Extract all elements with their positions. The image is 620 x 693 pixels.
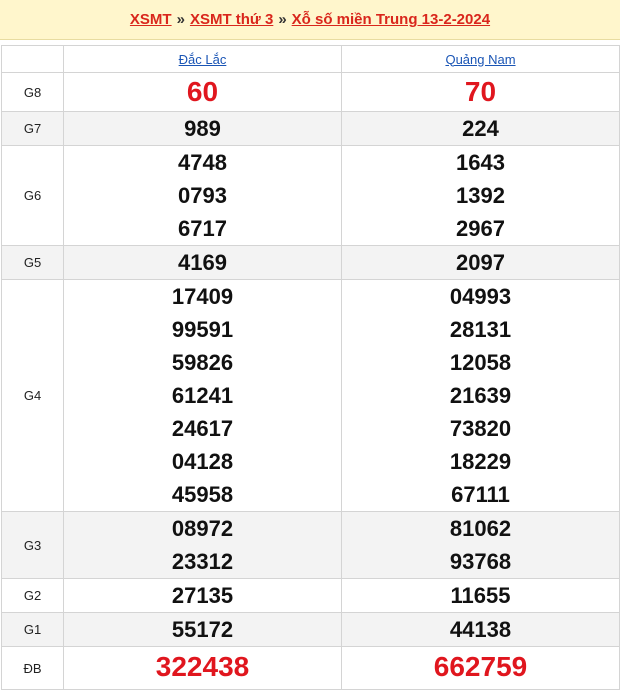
prize-number: 44138	[449, 617, 512, 642]
prize-cell: 27135	[63, 578, 342, 613]
prize-number: 04128	[171, 449, 234, 474]
prize-number: 99591	[171, 317, 234, 342]
breadcrumb-link-xsmt-thu-3[interactable]: XSMT thứ 3	[190, 11, 273, 28]
prize-number: 11655	[450, 583, 511, 608]
prize-number: 81062	[449, 516, 512, 541]
prize-number: 1643	[456, 150, 505, 175]
prize-label: G8	[1, 72, 64, 112]
prize-number: 989	[184, 116, 221, 141]
prize-number: 662759	[433, 651, 528, 682]
province-link-dac-lac[interactable]: Đắc Lắc	[179, 52, 227, 67]
prize-number: 45958	[171, 482, 234, 507]
breadcrumb: XSMT » XSMT thứ 3 » Xỗ số miền Trung 13-…	[0, 0, 620, 40]
prize-cell: 55172	[63, 612, 342, 647]
prize-label: G4	[1, 279, 64, 512]
prize-number: 4169	[178, 250, 227, 275]
prize-number: 23312	[171, 549, 234, 574]
prize-rows: G8 60 70 G7 989 224 G6 4748 0793 6717 1643 1392 2967…	[1, 72, 620, 690]
prize-number: 60	[186, 76, 219, 107]
prize-number: 67111	[451, 482, 510, 507]
prize-cell: 08972 23312	[63, 511, 342, 579]
prize-number: 1392	[456, 183, 505, 208]
prize-number: 59826	[171, 350, 234, 375]
prize-label: G1	[1, 612, 64, 647]
province-header-dac-lac: Đắc Lắc	[63, 45, 342, 73]
prize-cell: 81062 93768	[341, 511, 620, 579]
prize-cell: 4169	[63, 245, 342, 280]
prize-label: G5	[1, 245, 64, 280]
prize-number: 08972	[171, 516, 234, 541]
lottery-results-table: Đắc Lắc Quảng Nam G8 60 70 G7 989 224 G6 4748 07…	[1, 45, 620, 690]
prize-cell: 17409 99591 59826 61241 24617 04128 45958	[63, 279, 342, 512]
prize-number: 2967	[456, 216, 505, 241]
prize-row-g2: G2 27135 11655	[1, 578, 620, 613]
prize-label: G6	[1, 145, 64, 246]
prize-cell: 224	[341, 111, 620, 146]
prize-row-g7: G7 989 224	[1, 111, 620, 146]
breadcrumb-separator: »	[176, 11, 185, 28]
prize-number: 4748	[178, 150, 227, 175]
prize-label: G7	[1, 111, 64, 146]
prize-number: 27135	[171, 583, 234, 608]
prize-row-g3: G3 08972 23312 81062 93768	[1, 511, 620, 579]
prize-number: 17409	[171, 284, 234, 309]
prize-row-g4: G4 17409 99591 59826 61241 24617 04128 45958 049…	[1, 279, 620, 512]
prize-cell: 662759	[341, 646, 620, 690]
prize-number: 6717	[178, 216, 227, 241]
prize-cell: 2097	[341, 245, 620, 280]
prize-number: 70	[464, 76, 497, 107]
breadcrumb-link-xsmt[interactable]: XSMT	[130, 11, 172, 28]
prize-number: 21639	[449, 383, 512, 408]
prize-row-g1: G1 55172 44138	[1, 612, 620, 647]
prize-label: ĐB	[1, 646, 64, 690]
prize-number: 73820	[449, 416, 512, 441]
prize-number: 24617	[171, 416, 234, 441]
province-link-quang-nam[interactable]: Quảng Nam	[445, 52, 515, 67]
prize-cell: 322438	[63, 646, 342, 690]
prize-cell: 60	[63, 72, 342, 112]
prize-number: 04993	[449, 284, 512, 309]
prize-number: 55172	[171, 617, 234, 642]
prize-number: 2097	[456, 250, 505, 275]
prize-cell: 4748 0793 6717	[63, 145, 342, 246]
prize-number: 18229	[449, 449, 512, 474]
corner-cell	[1, 45, 64, 73]
prize-cell: 989	[63, 111, 342, 146]
prize-number: 0793	[178, 183, 227, 208]
breadcrumb-separator: »	[278, 11, 287, 28]
prize-number: 61241	[171, 383, 234, 408]
prize-number: 93768	[449, 549, 512, 574]
prize-row-đb: ĐB 322438 662759	[1, 646, 620, 690]
province-header-quang-nam: Quảng Nam	[341, 45, 620, 73]
prize-row-g6: G6 4748 0793 6717 1643 1392 2967	[1, 145, 620, 246]
prize-label: G2	[1, 578, 64, 613]
prize-cell: 44138	[341, 612, 620, 647]
prize-number: 28131	[449, 317, 512, 342]
prize-cell: 1643 1392 2967	[341, 145, 620, 246]
prize-number: 322438	[155, 651, 250, 682]
prize-cell: 04993 28131 12058 21639 73820 18229 67111	[341, 279, 620, 512]
prize-number: 224	[462, 116, 499, 141]
prize-cell: 11655	[341, 578, 620, 613]
prize-row-g5: G5 4169 2097	[1, 245, 620, 280]
prize-cell: 70	[341, 72, 620, 112]
prize-label: G3	[1, 511, 64, 579]
breadcrumb-link-xsmt-date[interactable]: Xỗ số miền Trung 13-2-2024	[292, 11, 490, 28]
prize-number: 12058	[449, 350, 512, 375]
prize-row-g8: G8 60 70	[1, 72, 620, 112]
